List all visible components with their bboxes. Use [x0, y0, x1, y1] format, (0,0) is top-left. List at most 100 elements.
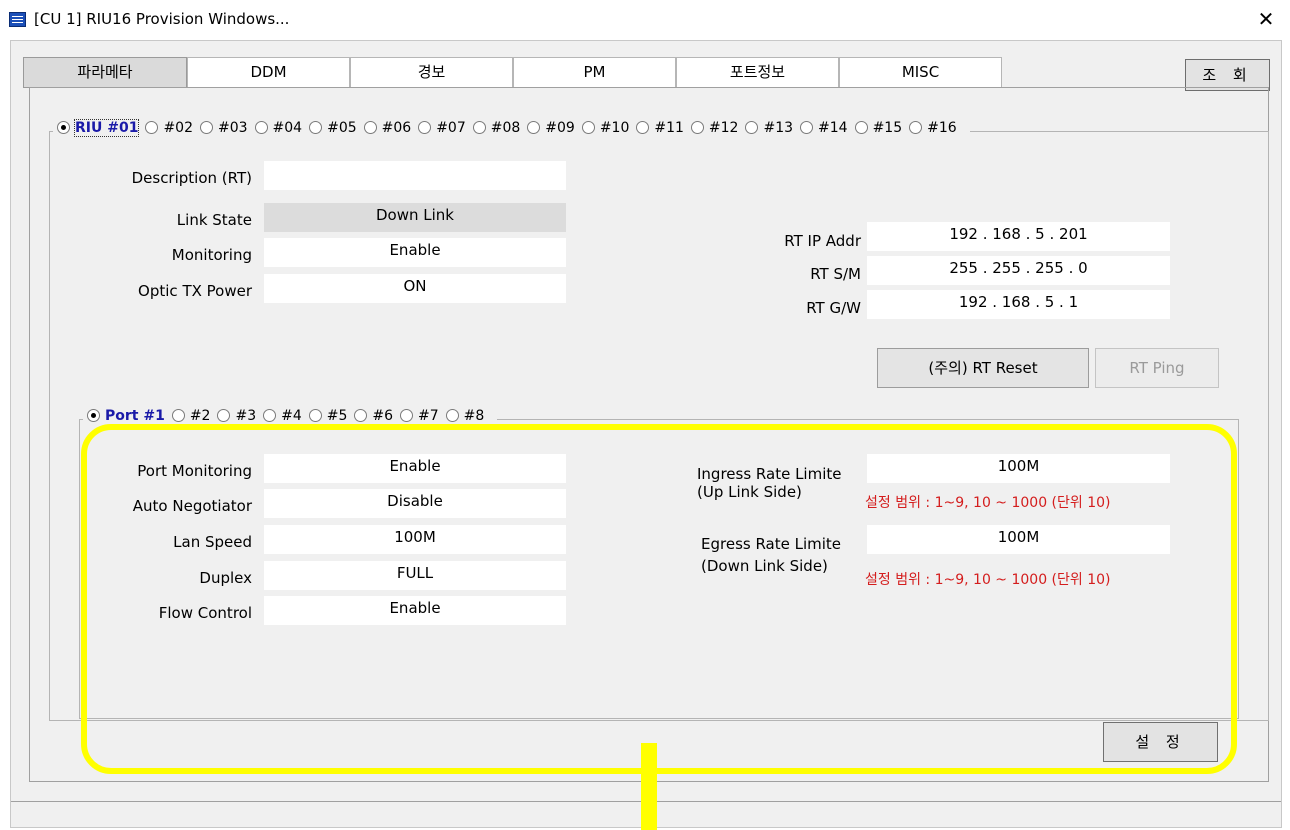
port-radio-label: #5	[326, 408, 348, 424]
tab-misc[interactable]: MISC	[839, 57, 1002, 88]
radio-icon[interactable]	[854, 121, 868, 134]
riu-radio-15[interactable]: #15	[854, 120, 903, 136]
client-area: 파라메타 DDM 경보 PM 포트정보 MISC 조 회 RIU #01 #02 #…	[10, 40, 1282, 828]
riu-radio-07[interactable]: #07	[418, 120, 466, 136]
radio-icon[interactable]	[418, 121, 432, 134]
riu-radio-label: #13	[763, 120, 794, 136]
riu-radio-13[interactable]: #13	[745, 120, 793, 136]
app-icon	[9, 12, 26, 27]
port-radio-label: #4	[281, 408, 302, 424]
port-radio-7[interactable]: #7	[400, 408, 439, 424]
riu-radio-label: #06	[381, 120, 412, 136]
rt-subnet-field[interactable]: 255 . 255 . 255 . 0	[867, 256, 1170, 285]
window-title: [CU 1] RIU16 Provision Windows...	[34, 10, 290, 28]
optic-tx-power-label: Optic TX Power	[138, 282, 252, 300]
radio-checked-icon[interactable]	[57, 121, 70, 134]
tab-pm[interactable]: PM	[513, 57, 676, 88]
port-radio-label: #6	[372, 408, 394, 424]
annotation-connector	[641, 743, 657, 830]
riu-radio-label: #07	[436, 120, 466, 136]
radio-icon[interactable]	[308, 409, 322, 422]
riu-radio-02[interactable]: #02	[145, 120, 193, 136]
monitoring-label: Monitoring	[171, 246, 252, 264]
port-radio-3[interactable]: #3	[217, 408, 256, 424]
riu-radio-label-selected: RIU #01	[73, 119, 140, 137]
riu-radio-04[interactable]: #04	[254, 120, 303, 136]
radio-icon[interactable]	[200, 121, 213, 134]
radio-checked-icon[interactable]	[87, 409, 100, 422]
radio-icon[interactable]	[263, 409, 277, 422]
riu-radio-01[interactable]: RIU #01	[57, 119, 140, 137]
riu-radio-14[interactable]: #14	[800, 120, 848, 136]
port-radio-label: #8	[463, 408, 485, 424]
port-radio-1[interactable]: Port #1	[87, 408, 165, 424]
tab-alarm[interactable]: 경보	[350, 57, 513, 88]
radio-icon[interactable]	[354, 409, 368, 422]
radio-icon[interactable]	[445, 409, 459, 422]
radio-icon[interactable]	[745, 121, 759, 134]
rt-reset-button[interactable]: (주의) RT Reset	[877, 348, 1089, 388]
radio-icon[interactable]	[909, 121, 923, 134]
highlight-annotation	[81, 424, 1237, 774]
link-state-label: Link State	[176, 211, 252, 229]
radio-icon[interactable]	[581, 121, 595, 134]
description-field[interactable]	[264, 161, 566, 190]
port-selector: Port #1 #2 #3 #4 #5 #6 #7 #8	[83, 408, 498, 424]
port-radio-8[interactable]: #8	[445, 408, 485, 424]
monitoring-field[interactable]: Enable	[264, 238, 566, 267]
rt-subnet-label: RT S/M	[810, 265, 861, 283]
port-radio-label: #3	[235, 408, 257, 424]
riu-radio-08[interactable]: #08	[472, 120, 521, 136]
riu-radio-12[interactable]: #12	[690, 120, 739, 136]
port-radio-label-selected: Port #1	[105, 408, 165, 424]
riu-radio-label: #16	[927, 120, 957, 136]
radio-icon[interactable]	[309, 121, 323, 134]
radio-icon[interactable]	[800, 121, 814, 134]
port-radio-2[interactable]: #2	[171, 408, 210, 424]
radio-icon[interactable]	[363, 121, 377, 134]
rt-ip-field[interactable]: 192 . 168 . 5 . 201	[867, 222, 1170, 251]
riu-radio-label: #02	[163, 120, 193, 136]
description-label: Description (RT)	[131, 169, 252, 187]
riu-radio-03[interactable]: #03	[200, 120, 248, 136]
riu-radio-06[interactable]: #06	[363, 120, 412, 136]
radio-icon[interactable]	[171, 409, 185, 422]
port-radio-6[interactable]: #6	[354, 408, 393, 424]
port-radio-4[interactable]: #4	[263, 408, 302, 424]
radio-icon[interactable]	[527, 121, 541, 134]
riu-radio-09[interactable]: #09	[527, 120, 575, 136]
riu-radio-05[interactable]: #05	[309, 120, 357, 136]
radio-icon[interactable]	[472, 121, 486, 134]
riu-radio-10[interactable]: #10	[581, 120, 630, 136]
rt-ping-button[interactable]: RT Ping	[1095, 348, 1219, 388]
radio-icon[interactable]	[217, 409, 231, 422]
riu-radio-16[interactable]: #16	[909, 120, 957, 136]
riu-radio-label: #10	[599, 120, 630, 136]
radio-icon[interactable]	[400, 409, 414, 422]
riu-selector: RIU #01 #02 #03 #04 #05 #06 #07 #08 #09 #10 #11 #12…	[53, 119, 970, 137]
radio-icon[interactable]	[636, 121, 650, 134]
link-state-field: Down Link	[264, 203, 566, 232]
radio-icon[interactable]	[254, 121, 268, 134]
riu-radio-label: #05	[327, 120, 357, 136]
riu-radio-label: #11	[654, 120, 684, 136]
rt-gateway-field[interactable]: 192 . 168 . 5 . 1	[867, 290, 1170, 319]
tab-port-info[interactable]: 포트정보	[676, 57, 839, 88]
riu-radio-label: #08	[490, 120, 521, 136]
riu-radio-label: #09	[545, 120, 575, 136]
riu-radio-11[interactable]: #11	[636, 120, 684, 136]
radio-icon[interactable]	[690, 121, 704, 134]
riu-radio-label: #12	[708, 120, 739, 136]
riu-radio-label: #04	[272, 120, 303, 136]
optic-tx-power-field[interactable]: ON	[264, 274, 566, 303]
port-radio-5[interactable]: #5	[308, 408, 348, 424]
radio-icon[interactable]	[145, 121, 159, 134]
tab-parameter[interactable]: 파라메타	[23, 57, 187, 88]
close-button[interactable]: ✕	[1246, 3, 1286, 35]
rt-gateway-label: RT G/W	[806, 299, 861, 317]
title-bar: [CU 1] RIU16 Provision Windows... ✕	[0, 0, 1290, 40]
port-radio-label: #7	[418, 408, 439, 424]
tab-ddm[interactable]: DDM	[187, 57, 350, 88]
rt-ip-label: RT IP Addr	[784, 232, 861, 250]
riu-radio-label: #15	[872, 120, 903, 136]
